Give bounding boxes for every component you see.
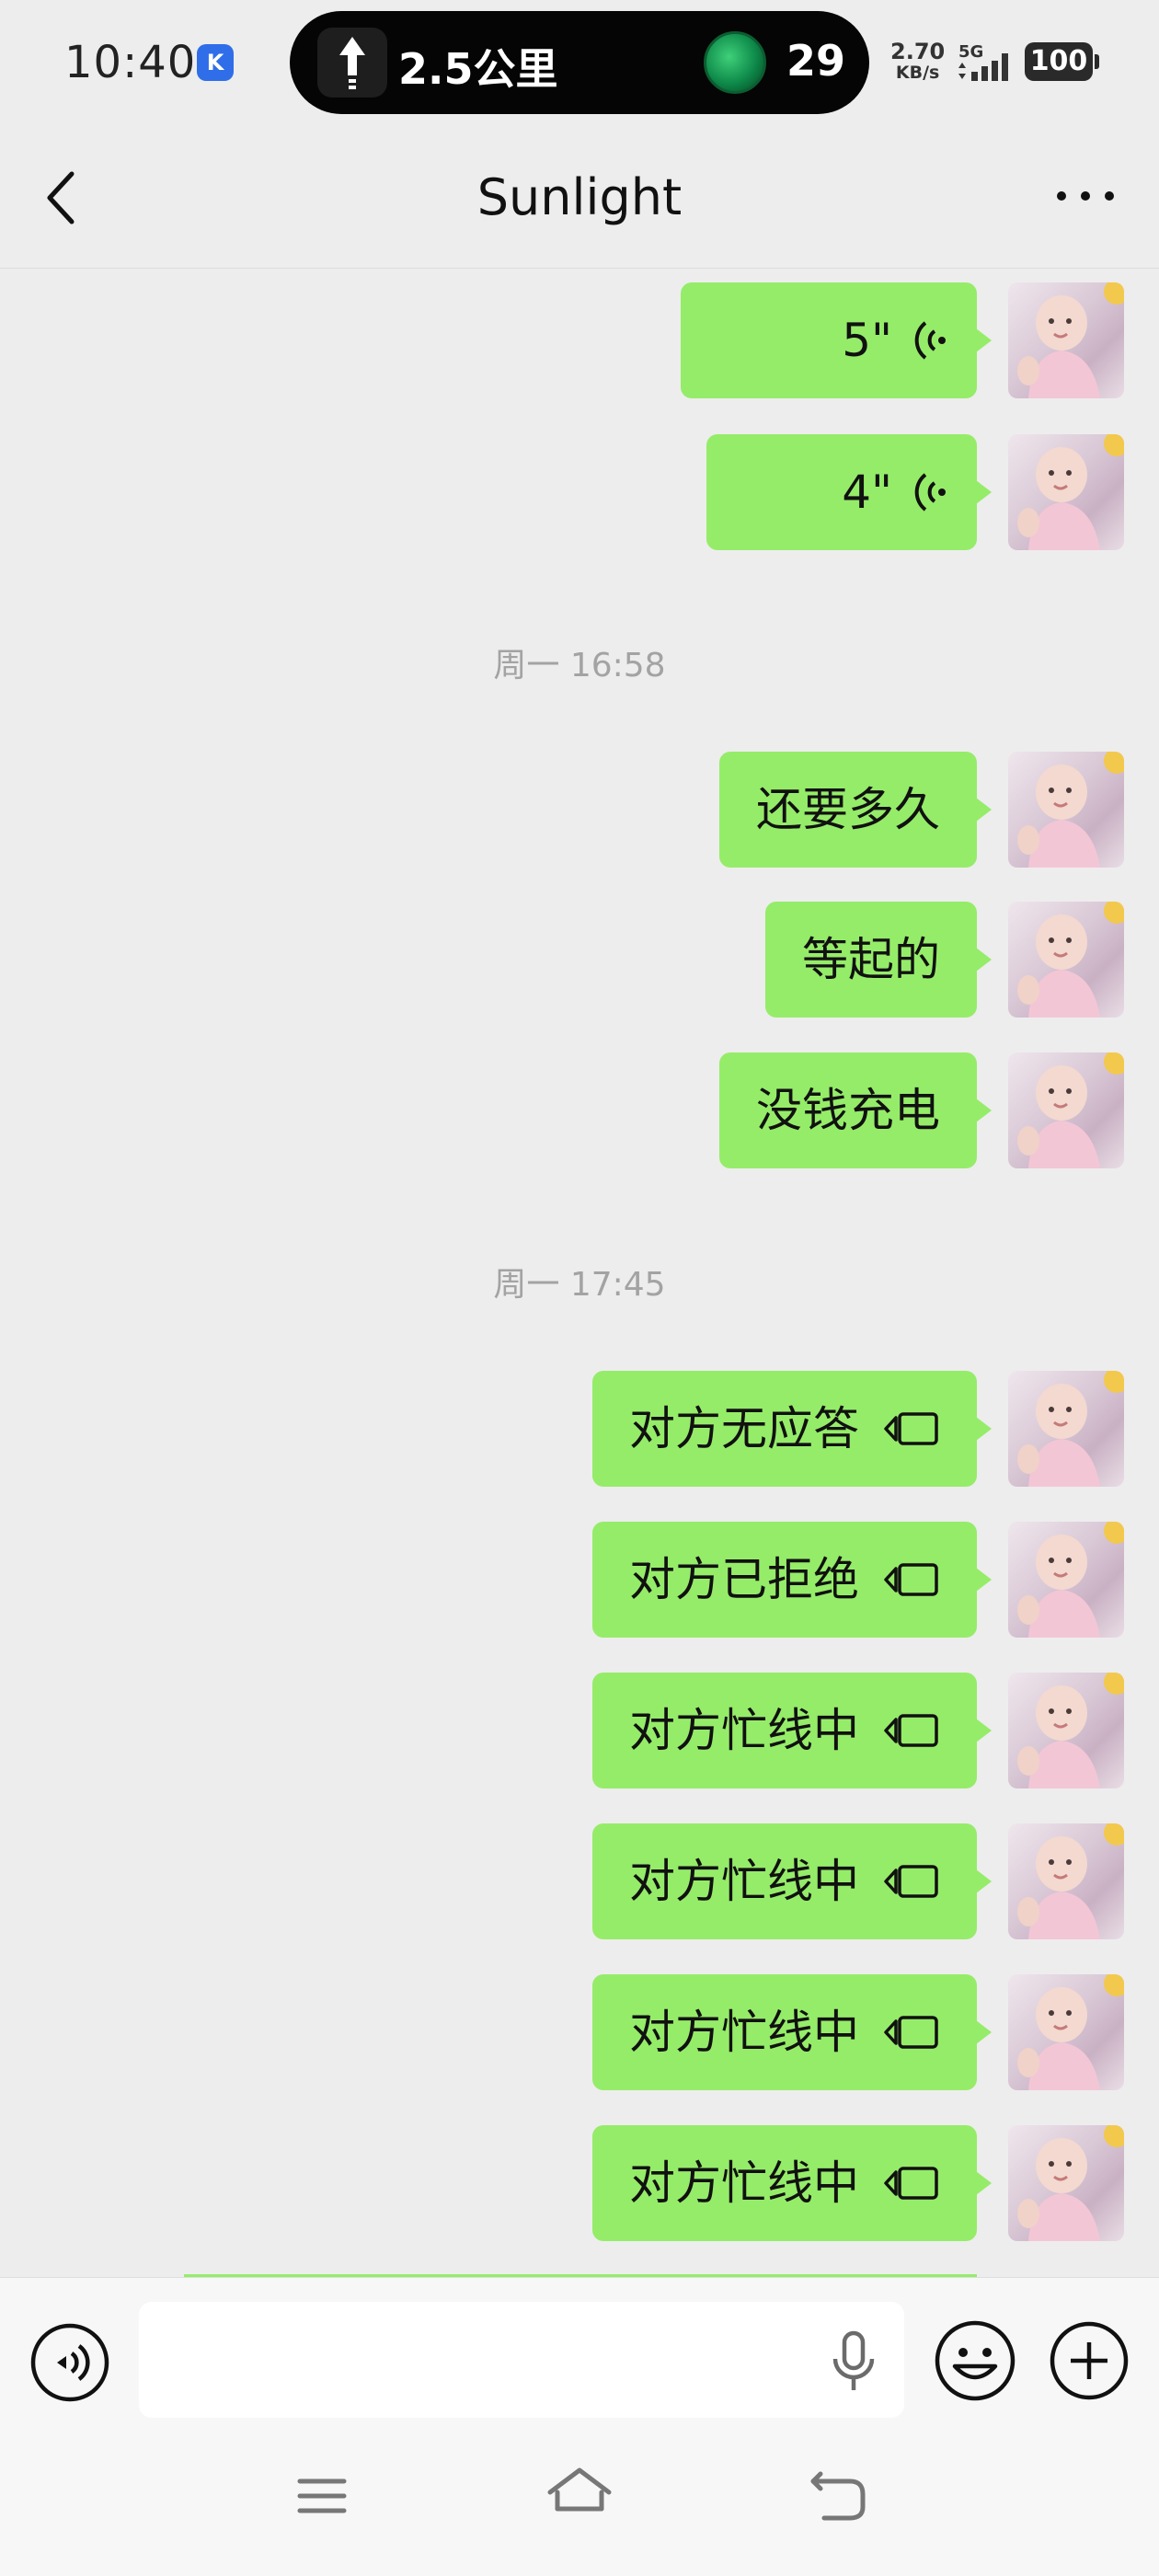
net-speed-unit: KB/s (895, 63, 940, 83)
net-speed-value: 2.70 (890, 39, 946, 64)
more-functions-button[interactable] (1049, 2320, 1130, 2401)
message-row: 对方忙线中 (0, 1673, 1159, 1788)
call-status-text: 对方忙线中 (629, 1855, 859, 1908)
call-status-text: 对方忙线中 (629, 2156, 859, 2210)
k-app-icon: K (197, 44, 234, 81)
message-row: 5" (0, 282, 1159, 398)
avatar[interactable] (1008, 434, 1124, 550)
message-list[interactable]: 5" 4" 周一 16:58 还要多久 等起的 没钱充电 周一 17:45 对方… (0, 269, 1159, 2277)
video-call-icon (884, 1412, 938, 1445)
text-message-bubble[interactable]: 等起的 (765, 902, 992, 1018)
call-status-text: 对方忙线中 (629, 2006, 859, 2059)
video-call-record-bubble[interactable]: 对方忙线中 (592, 1823, 992, 1939)
video-call-record-bubble[interactable]: 对方忙线中 (592, 1974, 992, 2090)
emoji-button[interactable] (933, 2318, 1017, 2403)
message-text: 没钱充电 (756, 1084, 940, 1137)
signal-5g-icon: 5G (958, 42, 1008, 81)
video-call-record-bubble[interactable]: 对方已拒绝 (592, 1522, 992, 1638)
status-bar: 10:40 K 2.5公里 29 2.70 KB/s 5G 100 (0, 0, 1159, 124)
message-row: 没钱充电 (0, 1052, 1159, 1168)
message-text: 还要多久 (756, 783, 940, 836)
message-text: 等起的 (802, 933, 940, 986)
message-row: 对方无应答 (0, 1371, 1159, 1487)
message-row: 等起的 (0, 902, 1159, 1018)
green-ball-icon (704, 31, 766, 94)
voice-message-bubble[interactable]: 4" (706, 434, 992, 550)
avatar[interactable] (1008, 1974, 1124, 2090)
message-row: 对方忙线中 (0, 1823, 1159, 1939)
system-navigation-bar (0, 2433, 1159, 2576)
back-arrow-icon (810, 2471, 866, 2521)
chat-title: Sunlight (476, 168, 683, 226)
timestamp-label: 周一 16:58 (493, 647, 666, 684)
avatar[interactable] (1008, 752, 1124, 868)
avatar[interactable] (1008, 1522, 1124, 1638)
message-input[interactable] (139, 2302, 904, 2418)
voice-toggle-icon (30, 2323, 109, 2402)
message-row: 还要多久 (0, 752, 1159, 868)
more-options-button[interactable] (1039, 168, 1131, 224)
home-icon (547, 2467, 612, 2512)
call-status-text: 对方忙线中 (629, 1704, 859, 1757)
video-call-icon (884, 1714, 938, 1747)
emoji-icon (935, 2320, 1016, 2401)
voice-duration: 4" (842, 466, 892, 519)
input-bar (0, 2277, 1159, 2433)
microphone-icon (832, 2330, 875, 2390)
call-status-text: 对方无应答 (629, 1402, 859, 1455)
menu-lines-icon (297, 2478, 347, 2513)
status-clock: 10:40 (64, 37, 197, 88)
avatar[interactable] (1008, 902, 1124, 1018)
message-row: 对方忙线中 (0, 1974, 1159, 2090)
avatar[interactable] (1008, 1823, 1124, 1939)
chat-header: Sunlight (0, 124, 1159, 269)
video-call-icon (884, 2016, 938, 2049)
dynamic-island[interactable]: 2.5公里 29 (290, 11, 869, 114)
voice-toggle-button[interactable] (29, 2322, 110, 2403)
video-call-record-bubble[interactable]: 对方忙线中 (592, 1673, 992, 1788)
voice-wave-icon (914, 473, 946, 512)
voice-duration: 5" (842, 314, 892, 367)
avatar[interactable] (1008, 1371, 1124, 1487)
avatar[interactable] (1008, 282, 1124, 398)
net-speed: 2.70 KB/s (890, 40, 945, 82)
video-call-icon (884, 2167, 938, 2200)
voice-wave-icon (914, 321, 946, 360)
system-back-button[interactable] (808, 2467, 868, 2525)
video-call-record-bubble[interactable]: 对方无应答 (592, 1371, 992, 1487)
island-count: 29 (786, 36, 846, 86)
voice-message-bubble[interactable]: 5" (681, 282, 992, 398)
avatar[interactable] (1008, 2125, 1124, 2241)
navigation-distance: 2.5公里 (398, 44, 558, 94)
video-call-icon (884, 1865, 938, 1898)
avatar[interactable] (1008, 1052, 1124, 1168)
avatar[interactable] (1008, 1673, 1124, 1788)
more-horizontal-icon (1057, 191, 1114, 201)
message-row: 对方忙线中 (0, 2125, 1159, 2241)
microphone-button[interactable] (828, 2328, 879, 2398)
text-message-bubble[interactable]: 没钱充电 (719, 1052, 992, 1168)
navigation-arrow-icon (317, 28, 387, 98)
message-row: 对方已拒绝 (0, 1522, 1159, 1638)
plus-icon (1050, 2321, 1129, 2400)
network-type: 5G (958, 42, 983, 62)
text-message-bubble[interactable]: 还要多久 (719, 752, 992, 868)
video-call-icon (884, 1563, 938, 1596)
video-call-record-bubble[interactable]: 对方忙线中 (592, 2125, 992, 2241)
call-status-text: 对方已拒绝 (629, 1553, 859, 1606)
battery-indicator: 100 (1025, 42, 1099, 81)
home-button[interactable] (545, 2465, 614, 2527)
message-row: 4" (0, 434, 1159, 550)
recent-apps-button[interactable] (294, 2468, 350, 2524)
timestamp-label: 周一 17:45 (493, 1266, 666, 1304)
